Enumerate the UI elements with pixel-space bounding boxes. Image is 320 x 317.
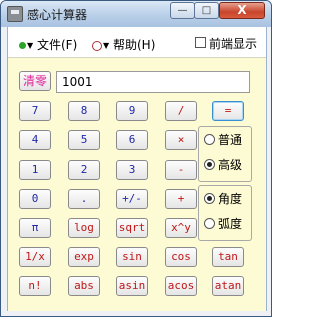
log-button[interactable]: log	[68, 218, 100, 238]
clear-button[interactable]: 清零	[19, 71, 51, 91]
asin-button[interactable]: asin	[116, 276, 148, 296]
minimize-button[interactable]: —	[170, 2, 195, 19]
exp-button[interactable]: exp	[68, 247, 100, 267]
sqrt-button[interactable]: sqrt	[116, 218, 148, 238]
digit-9-button[interactable]: 9	[116, 101, 148, 121]
dropdown-arrow-icon: ▼	[103, 41, 110, 50]
radio-circle-icon	[204, 193, 215, 204]
pi-button[interactable]: π	[19, 218, 51, 238]
negate-button[interactable]: +/-	[116, 189, 148, 209]
atan-button[interactable]: atan	[212, 276, 244, 296]
divide-button[interactable]: /	[165, 101, 197, 121]
mode-normal-label: 普通	[218, 133, 243, 147]
radio-circle-icon	[204, 218, 215, 229]
window-title: 感心计算器	[27, 8, 88, 22]
cos-button[interactable]: cos	[165, 247, 197, 267]
angle-degree-label: 角度	[218, 192, 243, 206]
digit-8-button[interactable]: 8	[68, 101, 100, 121]
maximize-button[interactable]: □	[194, 2, 219, 19]
digit-5-button[interactable]: 5	[68, 130, 100, 150]
mode-radio-group: 普通 高级	[198, 126, 252, 182]
menu-file[interactable]: ▼ 文件(F)	[19, 36, 77, 53]
factorial-button[interactable]: n!	[19, 276, 51, 296]
digit-0-button[interactable]: 0	[19, 189, 51, 209]
acos-button[interactable]: acos	[165, 276, 197, 296]
decimal-point-button[interactable]: .	[68, 189, 100, 209]
digit-6-button[interactable]: 6	[116, 130, 148, 150]
mode-advanced-label: 高级	[218, 158, 243, 172]
calculator-panel: 清零 1001 7 8 9 / = 4 5 6 × 1 2 3 - 普通 高级 …	[8, 57, 266, 311]
green-dot-icon	[19, 42, 26, 49]
clock-icon	[92, 40, 102, 51]
close-button[interactable]: X	[219, 2, 265, 19]
power-button[interactable]: x^y	[165, 218, 197, 238]
angle-degree-radio[interactable]: 角度	[204, 191, 242, 207]
add-button[interactable]: +	[165, 189, 197, 209]
menu-bar: ▼ 文件(F) ▼ 帮助(H) 前端显示	[8, 27, 266, 57]
digit-3-button[interactable]: 3	[116, 160, 148, 180]
topmost-label[interactable]: 前端显示	[209, 35, 257, 52]
mode-advanced-radio[interactable]: 高级	[204, 157, 242, 173]
topmost-checkbox[interactable]	[195, 37, 206, 48]
angle-radian-label: 弧度	[218, 217, 243, 231]
angle-radian-radio[interactable]: 弧度	[204, 216, 242, 232]
digit-4-button[interactable]: 4	[19, 130, 51, 150]
angle-radio-group: 角度 弧度	[198, 185, 252, 241]
title-bar[interactable]: 感心计算器 — □ X	[1, 1, 271, 27]
digit-2-button[interactable]: 2	[68, 160, 100, 180]
dropdown-arrow-icon: ▼	[27, 41, 34, 50]
digit-1-button[interactable]: 1	[19, 160, 51, 180]
client-area: ▼ 文件(F) ▼ 帮助(H) 前端显示 清零 1001 7 8 9 / = 4…	[7, 27, 267, 311]
subtract-button[interactable]: -	[165, 160, 197, 180]
radio-circle-icon	[204, 159, 215, 170]
menu-help[interactable]: ▼ 帮助(H)	[92, 36, 155, 53]
calculator-app-icon	[7, 6, 23, 22]
abs-button[interactable]: abs	[68, 276, 100, 296]
result-display[interactable]: 1001	[56, 71, 250, 93]
calculator-window: 感心计算器 — □ X ▼ 文件(F) ▼ 帮助(H) 前端显示 清零 1001…	[0, 0, 272, 317]
radio-circle-icon	[204, 134, 215, 145]
menu-file-label: 文件(F)	[36, 38, 78, 52]
menu-help-label: 帮助(H)	[112, 38, 156, 52]
equals-button[interactable]: =	[212, 101, 244, 121]
digit-7-button[interactable]: 7	[19, 101, 51, 121]
tan-button[interactable]: tan	[212, 247, 244, 267]
reciprocal-button[interactable]: 1/x	[19, 247, 51, 267]
sin-button[interactable]: sin	[116, 247, 148, 267]
multiply-button[interactable]: ×	[165, 130, 197, 150]
mode-normal-radio[interactable]: 普通	[204, 132, 242, 148]
